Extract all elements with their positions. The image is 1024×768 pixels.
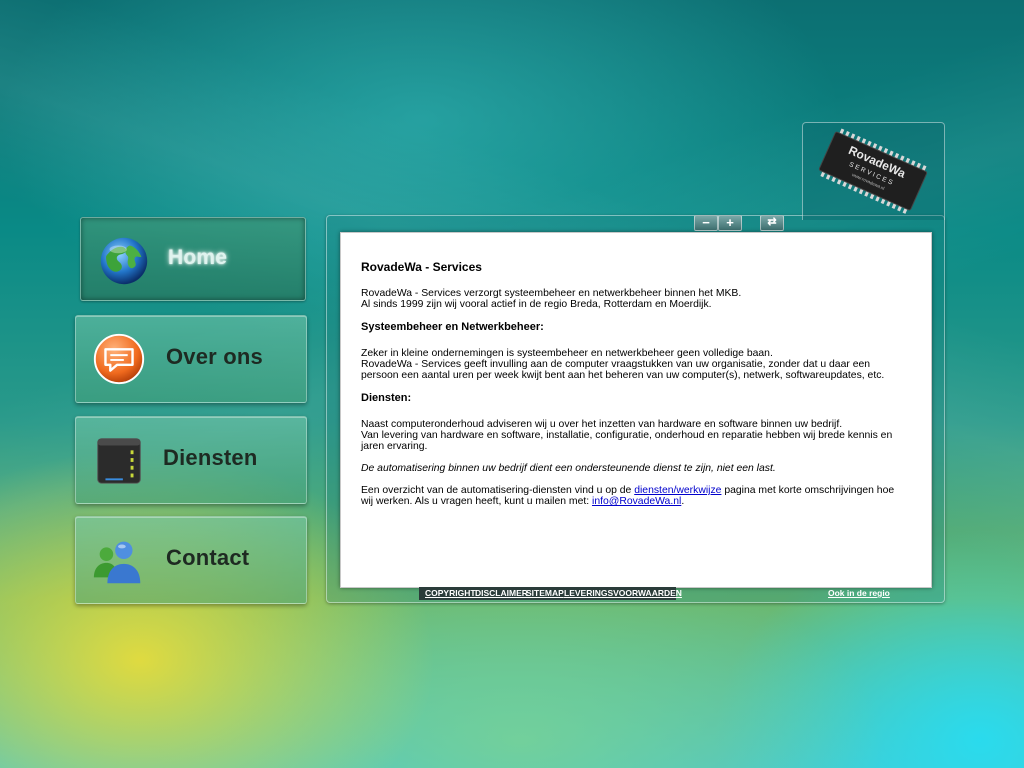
plus-icon: + bbox=[726, 215, 734, 230]
email-link[interactable]: info@RovadeWa.nl bbox=[592, 496, 681, 507]
footer-disclaimer-link[interactable]: DISCLAIMER bbox=[475, 588, 528, 598]
logo-frame: RovadeWa SERVICES www.rovadewa.nl bbox=[802, 122, 945, 220]
italic-text: De automatisering binnen uw bedrijf dien… bbox=[361, 463, 776, 474]
intro-line-2: Al sinds 1999 zijn wij vooral actief in … bbox=[361, 299, 712, 310]
server-icon bbox=[97, 438, 141, 484]
rovadewa-chip-logo: RovadeWa SERVICES www.rovadewa.nl bbox=[818, 128, 928, 214]
diensten-paragraph: Naast computeronderhoud adviseren wij u … bbox=[361, 419, 906, 452]
nav-home-label: Home bbox=[168, 246, 228, 269]
globe-icon bbox=[100, 237, 148, 285]
intro-line-1: RovadeWa - Services verzorgt systeembehe… bbox=[361, 288, 742, 299]
nav-contact-button[interactable]: Contact bbox=[75, 516, 307, 604]
nav-diensten-button[interactable]: Diensten bbox=[75, 416, 307, 504]
diensten-werkwijze-link[interactable]: diensten/werkwijze bbox=[634, 485, 721, 496]
chat-bubble-icon bbox=[93, 333, 145, 385]
footer-regio-link[interactable]: Ook in de regio bbox=[828, 588, 890, 598]
users-icon bbox=[93, 541, 141, 584]
refresh-button[interactable]: ⇄ bbox=[760, 215, 784, 231]
nav-over-ons-label: Over ons bbox=[166, 344, 263, 369]
heading-diensten: Diensten: bbox=[361, 392, 412, 404]
footer-leveringsvoorwaarden-link[interactable]: LEVERINGSVOORWAARDEN bbox=[564, 588, 682, 598]
nav-home-button[interactable]: Home bbox=[80, 217, 306, 301]
zoom-out-button[interactable]: − bbox=[694, 215, 718, 231]
content-area: RovadeWa - Services RovadeWa - Services … bbox=[340, 232, 932, 588]
minus-icon: − bbox=[702, 215, 710, 230]
content-inner: RovadeWa - Services RovadeWa - Services … bbox=[361, 260, 906, 518]
overview-text-end: . bbox=[681, 496, 685, 507]
content-title: RovadeWa - Services bbox=[361, 260, 482, 274]
heading-systeembeheer: Systeembeheer en Netwerkbeheer: bbox=[361, 321, 544, 333]
nav-diensten-label: Diensten bbox=[163, 445, 258, 470]
systeembeheer-line-2: RovadeWa - Services geeft invulling aan … bbox=[361, 359, 885, 381]
refresh-icon: ⇄ bbox=[767, 216, 777, 228]
diensten-line-2: Van levering van hardware en software, i… bbox=[361, 430, 893, 452]
diensten-line-1: Naast computeronderhoud adviseren wij u … bbox=[361, 419, 843, 430]
footer-copyright-link[interactable]: COPYRIGHT bbox=[425, 588, 476, 598]
zoom-in-button[interactable]: + bbox=[718, 215, 742, 231]
nav-over-ons-button[interactable]: Over ons bbox=[75, 315, 307, 403]
footer-sitemap-link[interactable]: SITEMAP bbox=[526, 588, 564, 598]
systeembeheer-paragraph: Zeker in kleine ondernemingen is systeem… bbox=[361, 348, 906, 381]
overview-text-pre: Een overzicht van de automatisering-dien… bbox=[361, 485, 635, 496]
systeembeheer-line-1: Zeker in kleine ondernemingen is systeem… bbox=[361, 348, 773, 359]
italic-statement: De automatisering binnen uw bedrijf dien… bbox=[361, 463, 906, 474]
intro-paragraph: RovadeWa - Services verzorgt systeembehe… bbox=[361, 288, 906, 310]
overview-paragraph: Een overzicht van de automatisering-dien… bbox=[361, 485, 906, 507]
nav-contact-label: Contact bbox=[166, 545, 250, 570]
